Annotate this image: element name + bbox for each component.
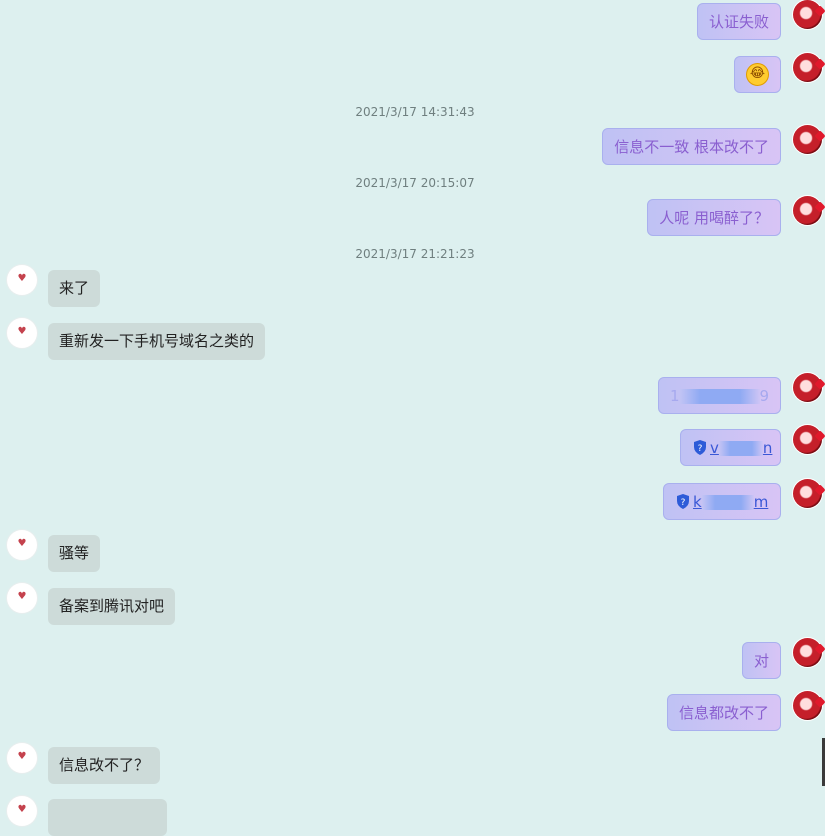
- outgoing-message[interactable]: 信息都改不了: [666, 694, 781, 731]
- outgoing-avatar-icon[interactable]: [793, 425, 822, 454]
- outgoing-redacted-message[interactable]: 19: [658, 377, 781, 414]
- message-text: 骚等: [59, 544, 90, 562]
- outgoing-link-message[interactable]: ? k m: [663, 483, 781, 520]
- incoming-avatar-icon[interactable]: ♥: [7, 265, 37, 295]
- incoming-message[interactable]: 重新发一下手机号域名之类的: [48, 323, 266, 360]
- message-text: 信息都改不了: [678, 704, 769, 722]
- link-text[interactable]: km: [693, 493, 768, 511]
- message-text: 对: [753, 652, 769, 670]
- outgoing-avatar-icon[interactable]: [793, 691, 822, 720]
- redaction-blur: [718, 441, 763, 456]
- chat-history[interactable]: 认证失败 😂 2021/3/17 14:31:43 信息不一致 根本改不了 20…: [0, 0, 825, 836]
- redaction-blur: [701, 495, 754, 510]
- outgoing-avatar-icon[interactable]: [793, 53, 822, 82]
- timestamp: 2021/3/17 14:31:43: [355, 105, 475, 119]
- outgoing-emoji-message[interactable]: 😂: [734, 56, 781, 93]
- incoming-avatar-icon[interactable]: ♥: [7, 796, 37, 826]
- message-text: 来了: [59, 279, 90, 297]
- outgoing-link-message[interactable]: ? v n: [680, 429, 781, 466]
- incoming-avatar-icon[interactable]: ♥: [7, 530, 37, 560]
- svg-text:?: ?: [698, 444, 703, 454]
- redaction-blur: [679, 389, 760, 404]
- outgoing-message[interactable]: 对: [741, 642, 781, 679]
- message-text: 1: [670, 387, 680, 405]
- svg-text:?: ?: [681, 498, 686, 508]
- outgoing-message[interactable]: 认证失败: [696, 3, 781, 40]
- crying-laughing-emoji-icon: 😂: [746, 63, 769, 86]
- outgoing-avatar-icon[interactable]: [793, 638, 822, 667]
- outgoing-avatar-icon[interactable]: [793, 373, 822, 402]
- outgoing-avatar-icon[interactable]: [793, 0, 822, 29]
- incoming-avatar-icon[interactable]: ♥: [7, 583, 37, 613]
- shield-question-icon: ?: [694, 440, 706, 455]
- incoming-avatar-icon[interactable]: ♥: [7, 318, 37, 348]
- message-text: 备案到腾讯对吧: [59, 597, 165, 615]
- outgoing-avatar-icon[interactable]: [793, 479, 822, 508]
- timestamp: 2021/3/17 21:21:23: [355, 247, 475, 261]
- message-text: 信息改不了？: [59, 756, 150, 774]
- incoming-avatar-icon[interactable]: ♥: [7, 743, 37, 773]
- timestamp: 2021/3/17 20:15:07: [355, 176, 475, 190]
- incoming-message-partial[interactable]: [48, 799, 167, 836]
- outgoing-avatar-icon[interactable]: [793, 196, 822, 225]
- incoming-message[interactable]: 骚等: [48, 535, 101, 572]
- outgoing-message[interactable]: 信息不一致 根本改不了: [602, 128, 781, 165]
- incoming-message[interactable]: 来了: [48, 270, 101, 307]
- message-text: 9: [759, 387, 770, 405]
- outgoing-message[interactable]: 人呢 用喝醉了？: [647, 199, 781, 236]
- message-text: 人呢 用喝醉了？: [659, 209, 769, 227]
- link-text[interactable]: vn: [710, 439, 772, 457]
- message-text: 认证失败: [708, 13, 769, 31]
- message-text: 重新发一下手机号域名之类的: [59, 332, 255, 350]
- incoming-message[interactable]: 信息改不了？: [48, 747, 161, 784]
- incoming-message[interactable]: 备案到腾讯对吧: [48, 588, 176, 625]
- shield-question-icon: ?: [677, 494, 689, 509]
- outgoing-avatar-icon[interactable]: [793, 125, 822, 154]
- message-text: 信息不一致 根本改不了: [614, 138, 769, 156]
